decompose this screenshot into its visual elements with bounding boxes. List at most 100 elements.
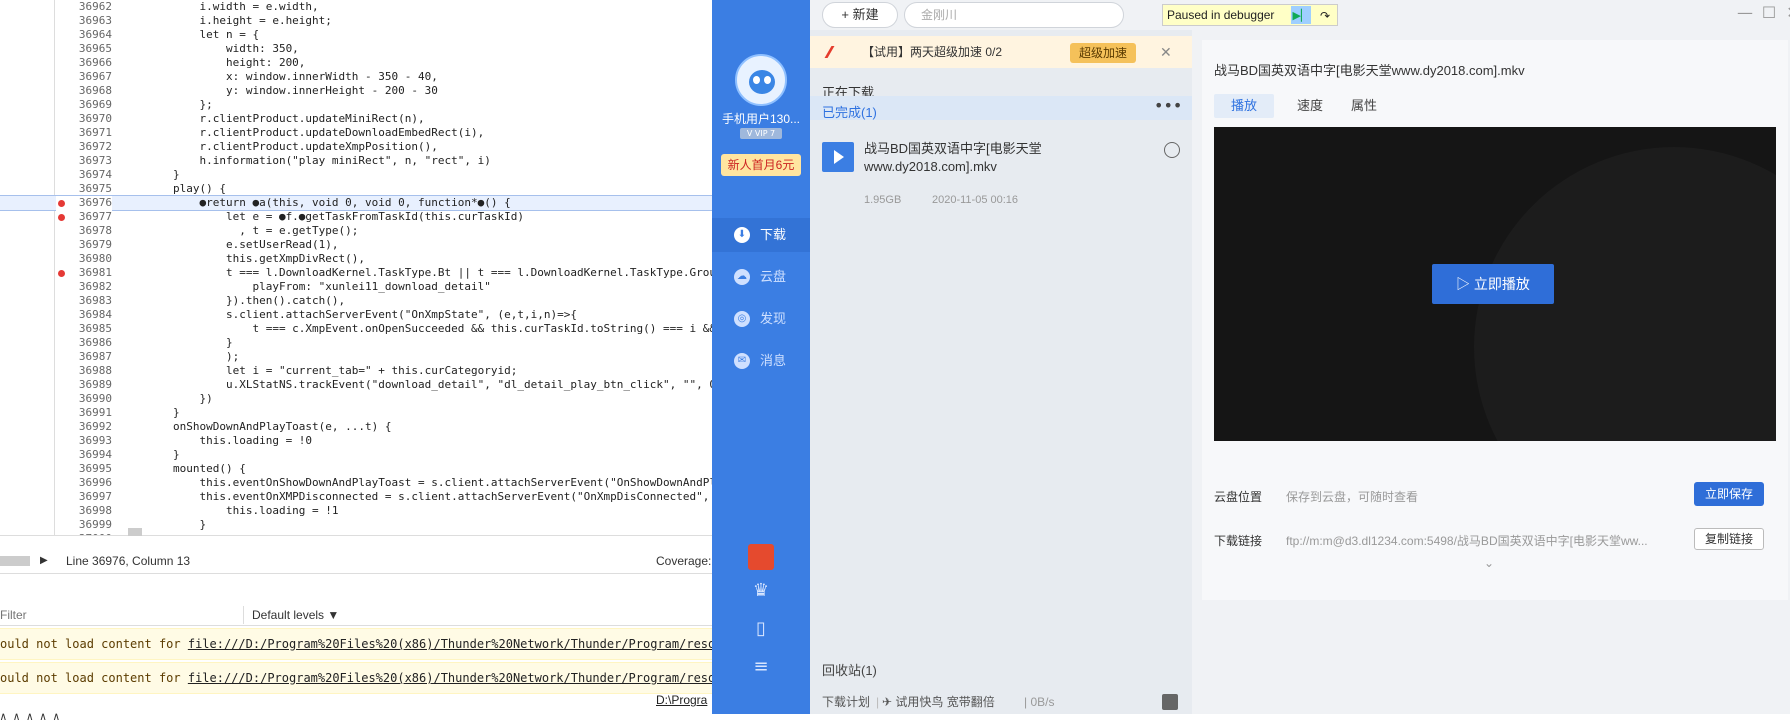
expand-arrow-icon[interactable]: ▶ xyxy=(40,548,48,574)
code-line[interactable]: 36979 e.setUserRead(1), xyxy=(0,238,712,252)
copy-link-button[interactable]: 复制链接 xyxy=(1694,528,1764,550)
log-levels-dropdown[interactable]: Default levels ▼ xyxy=(252,604,339,626)
code-line[interactable]: 36982 playFrom: "xunlei11_download_detai… xyxy=(0,280,712,294)
menu-icon[interactable]: ≡ xyxy=(748,654,774,680)
line-number[interactable]: 36986 xyxy=(56,336,112,350)
code-line[interactable]: 36971 r.clientProduct.updateDownloadEmbe… xyxy=(0,126,712,140)
line-number[interactable]: 36973 xyxy=(56,154,112,168)
search-input[interactable]: 金刚川 xyxy=(904,2,1124,28)
code-line[interactable]: 36972 r.clientProduct.updateXmpPosition(… xyxy=(0,140,712,154)
nav-item-messages[interactable]: ✉ 消息 xyxy=(712,344,810,378)
save-now-button[interactable]: 立即保存 xyxy=(1694,482,1764,506)
code-line[interactable]: 36964 let n = { xyxy=(0,28,712,42)
mobile-icon[interactable]: ▯ xyxy=(748,616,774,642)
breakpoint-icon[interactable] xyxy=(58,214,65,221)
line-number[interactable]: 36994 xyxy=(56,448,112,462)
breakpoint-icon[interactable] xyxy=(58,200,65,207)
code-line[interactable]: 36985 t === c.XmpEvent.onOpenSucceeded &… xyxy=(0,322,712,336)
line-number[interactable]: 36966 xyxy=(56,56,112,70)
code-line[interactable]: 36977 let e = ●f.●getTaskFromTaskId(this… xyxy=(0,210,712,224)
line-number[interactable]: 36980 xyxy=(56,252,112,266)
code-line[interactable]: 36963 i.height = e.height; xyxy=(0,14,712,28)
code-line[interactable]: 36970 r.clientProduct.updateMiniRect(n), xyxy=(0,112,712,126)
line-number[interactable]: 36968 xyxy=(56,84,112,98)
tab-properties[interactable]: 属性 xyxy=(1334,94,1394,118)
nav-item-cloud[interactable]: ☁ 云盘 xyxy=(712,260,810,294)
code-line[interactable]: 36973 h.information("play miniRect", n, … xyxy=(0,154,712,168)
line-number[interactable]: 36982 xyxy=(56,280,112,294)
line-number[interactable]: 36975 xyxy=(56,182,112,196)
resume-icon[interactable]: ▶▏ xyxy=(1291,6,1311,24)
completed-section[interactable]: 已完成(1) ••• xyxy=(810,96,1192,120)
scrollbar-thumb[interactable] xyxy=(128,528,142,536)
line-number[interactable]: 36965 xyxy=(56,42,112,56)
line-number[interactable]: 36989 xyxy=(56,378,112,392)
code-line[interactable]: 36969 }; xyxy=(0,98,712,112)
chevron-down-icon[interactable]: ⌄ xyxy=(1484,556,1494,570)
code-line[interactable]: 36988 let i = "current_tab=" + this.curC… xyxy=(0,364,712,378)
code-line[interactable]: 36980 this.getXmpDivRect(), xyxy=(0,252,712,266)
recycle-bin[interactable]: 回收站(1) xyxy=(822,660,877,679)
new-task-button[interactable]: + 新建 xyxy=(822,2,898,28)
accelerate-button[interactable]: 超级加速 xyxy=(1070,43,1136,63)
line-number[interactable]: 36991 xyxy=(56,406,112,420)
tab-speed[interactable]: 速度 xyxy=(1280,94,1340,118)
code-line[interactable]: 36986 } xyxy=(0,336,712,350)
code-line[interactable]: 36966 height: 200, xyxy=(0,56,712,70)
line-number[interactable]: 36987 xyxy=(56,350,112,364)
crown-icon[interactable]: ♛ xyxy=(748,578,774,604)
code-line[interactable]: 36962 i.width = e.width, xyxy=(0,0,712,14)
line-number[interactable]: 36962 xyxy=(56,0,112,14)
more-icon[interactable]: ••• xyxy=(1154,96,1182,115)
code-line[interactable]: 36981 t === l.DownloadKernel.TaskType.Bt… xyxy=(0,266,712,280)
line-number[interactable]: 36985 xyxy=(56,322,112,336)
line-number[interactable]: 36963 xyxy=(56,14,112,28)
line-number[interactable]: 36967 xyxy=(56,70,112,84)
code-line[interactable]: 36996 this.eventOnShowDownAndPlayToast =… xyxy=(0,476,712,490)
message-link[interactable]: file:///D:/Program%20Files%20(x86)/Thund… xyxy=(188,671,712,685)
close-icon[interactable]: ✕ xyxy=(1784,4,1790,22)
minimize-icon[interactable]: — xyxy=(1736,4,1754,22)
code-line[interactable]: 36968 y: window.innerHeight - 200 - 30 xyxy=(0,84,712,98)
play-circle-icon[interactable] xyxy=(1164,142,1180,158)
promo-button[interactable]: 新人首月6元 xyxy=(721,154,801,176)
avatar[interactable] xyxy=(735,54,787,106)
code-line[interactable]: 36983 }).then().catch(), xyxy=(0,294,712,308)
code-line[interactable]: 36997 this.eventOnXMPDisconnected = s.cl… xyxy=(0,490,712,504)
banner-close-icon[interactable]: ✕ xyxy=(1160,36,1172,68)
code-line[interactable]: 36974 } xyxy=(0,168,712,182)
line-number[interactable]: 36990 xyxy=(56,392,112,406)
gift-icon[interactable] xyxy=(748,544,774,570)
line-number[interactable]: 36979 xyxy=(56,238,112,252)
line-number[interactable]: 37000 xyxy=(56,532,112,535)
message-source-link[interactable]: D:\Progra xyxy=(656,693,707,707)
download-link-value[interactable]: ftp://m:m@d3.dl1234.com:5498/战马BD国英双语中字[… xyxy=(1286,532,1686,549)
code-line[interactable]: 36975 play() { xyxy=(0,182,712,196)
line-number[interactable]: 36970 xyxy=(56,112,112,126)
download-plan-link[interactable]: 下载计划 xyxy=(822,690,870,714)
line-number[interactable]: 36964 xyxy=(56,28,112,42)
horizontal-scrollbar[interactable] xyxy=(112,528,712,536)
vip-badge[interactable]: V VIP 7 xyxy=(740,128,782,139)
code-line[interactable]: 36995 mounted() { xyxy=(0,462,712,476)
lock-icon[interactable] xyxy=(1162,694,1178,710)
code-line[interactable]: 36965 width: 350, xyxy=(0,42,712,56)
code-line[interactable]: 36976 ●return ●a(this, void 0, void 0, f… xyxy=(0,195,712,211)
video-player[interactable]: ▷ 立即播放 xyxy=(1214,127,1776,441)
line-number[interactable]: 36983 xyxy=(56,294,112,308)
line-number[interactable]: 36996 xyxy=(56,476,112,490)
maximize-icon[interactable]: ☐ xyxy=(1760,4,1778,22)
line-number[interactable]: 36988 xyxy=(56,364,112,378)
console-filter-input[interactable] xyxy=(0,606,244,624)
code-line[interactable]: 36967 x: window.innerWidth - 350 - 40, xyxy=(0,70,712,84)
tab-play[interactable]: 播放 xyxy=(1214,94,1274,118)
line-number[interactable]: 36974 xyxy=(56,168,112,182)
code-line[interactable]: 36994 } xyxy=(0,448,712,462)
code-line[interactable]: 36991 } xyxy=(0,406,712,420)
sidebar-toggle-icon[interactable] xyxy=(0,556,30,566)
source-code-editor[interactable]: 36962 i.width = e.width, 36963 i.height =… xyxy=(0,0,712,536)
code-line[interactable]: 36989 u.XLStatNS.trackEvent("download_de… xyxy=(0,378,712,392)
code-line[interactable]: 36990 }) xyxy=(0,392,712,406)
line-number[interactable]: 36999 xyxy=(56,518,112,532)
line-number[interactable]: 36984 xyxy=(56,308,112,322)
